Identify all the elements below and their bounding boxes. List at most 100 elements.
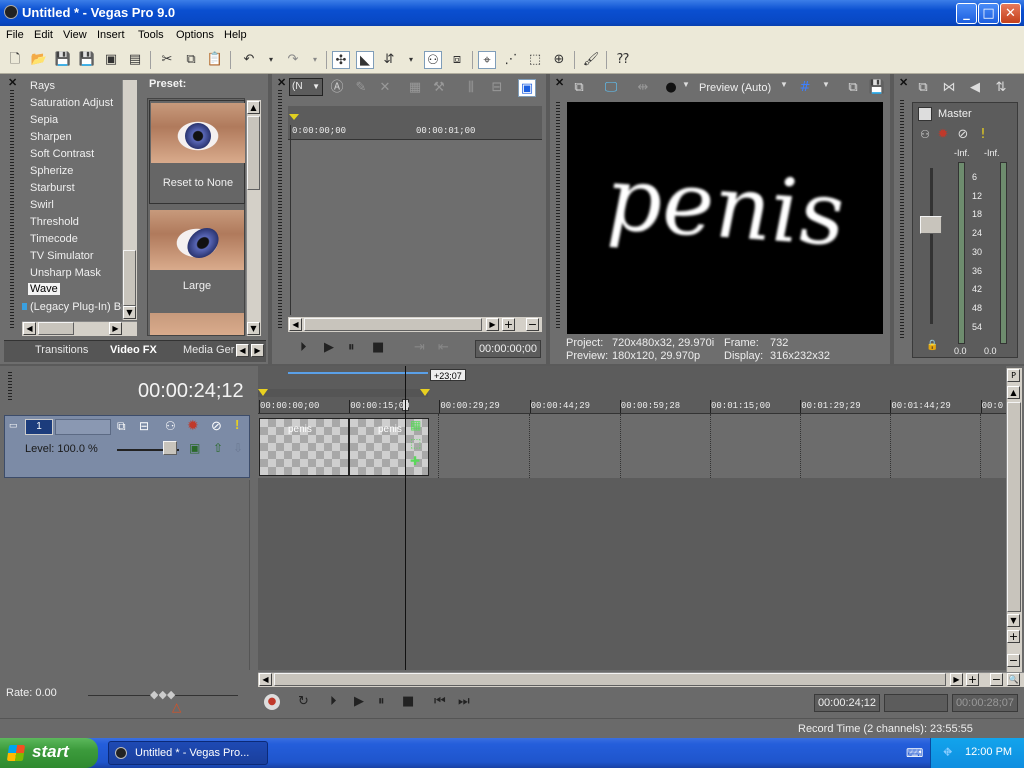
ignore-grouping-icon[interactable]: ⧈ [448,51,466,69]
tab-scroll-right-icon[interactable]: ▶ [251,344,264,357]
fx-chain-icon[interactable]: ✹ [934,126,952,144]
undo-dropdown-icon[interactable]: ▾ [262,51,280,69]
panel-grip[interactable] [10,90,14,330]
rate-marker-icon[interactable]: △ [172,700,181,714]
whats-this-help-icon[interactable]: ⁇ [614,51,632,69]
menu-options[interactable]: Options [176,29,214,41]
lock-envelopes-icon[interactable]: ⚇ [424,51,442,69]
tab-video-fx[interactable]: Video FX [110,344,157,356]
media-properties-icon[interactable]: Ⓐ [328,79,346,97]
mute-icon[interactable]: ⊘ [211,418,222,434]
fx-item[interactable]: Starburst [30,182,75,194]
clear-trimmer-icon[interactable]: ✕ [376,79,394,97]
add-to-timeline-start-icon[interactable]: ⇥ [414,340,425,356]
loop-playback-icon[interactable]: ↻ [298,694,309,710]
fx-list-hscroll-thumb[interactable] [38,322,74,335]
track-composite-icon[interactable]: ⚇ [165,419,176,433]
panel-close-icon[interactable]: ✕ [899,76,908,89]
marker-bar-toggle-icon[interactable]: P [1007,369,1020,382]
fx-item[interactable]: Threshold [30,216,79,228]
maximize-button[interactable]: □ [978,3,999,24]
panel-grip[interactable] [900,100,904,340]
preview-quality-dropdown[interactable]: Preview (Auto) [699,82,771,94]
preset-scroll-thumb[interactable] [247,116,260,190]
go-to-start-icon[interactable]: ⏮ [434,694,446,710]
play-icon[interactable]: ▶ [324,340,334,356]
fx-item[interactable]: Spherize [30,165,73,177]
trimmer-source-dropdown[interactable]: (N ▼ [289,78,323,96]
level-slider[interactable] [163,441,177,455]
scroll-up-icon[interactable]: ▲ [247,101,260,114]
zoom-out-icon[interactable]: − [990,673,1003,686]
menu-insert[interactable]: Insert [97,29,125,41]
downmix-icon[interactable]: ⋈ [940,79,958,97]
split-screen-icon[interactable]: ⇹ [634,79,652,97]
fx-item[interactable]: Timecode [30,233,78,245]
mute-icon[interactable]: ⊘ [954,126,972,144]
keyboard-icon[interactable]: ⌨ [906,746,923,760]
insert-bus-icon[interactable]: ⇅ [992,79,1010,97]
chevron-down-icon[interactable]: ▼ [822,80,830,89]
timeline-vscroll-thumb[interactable] [1007,402,1021,612]
copy-snapshot-icon[interactable]: ⧉ [844,79,862,97]
minimize-button[interactable]: _ [956,3,977,24]
trimmer-tool-icon[interactable]: ✎ [352,79,370,97]
tab-media-generators[interactable]: Media Ger [183,344,234,356]
selection-tool-icon[interactable]: ⬚ [526,51,544,69]
scroll-left-icon[interactable]: ◀ [259,673,272,686]
preview-mode-icon[interactable]: ● [662,79,680,97]
fx-item[interactable]: Sepia [30,114,58,126]
redo-icon[interactable]: ↷ [284,51,302,69]
timeline-hscroll-thumb[interactable] [274,673,946,686]
generate-media-icon[interactable]: ▣ [189,441,200,455]
stop-icon[interactable]: ■ [402,694,414,710]
pause-icon[interactable]: ⏸ [348,340,355,356]
record-icon[interactable]: ● [264,694,280,710]
save-snapshot-icon[interactable]: 💾 [868,79,886,97]
chevron-down-icon[interactable]: ▼ [682,80,690,89]
bus-fx-icon[interactable]: ⚇ [916,126,934,144]
menu-view[interactable]: View [63,29,87,41]
open-icon[interactable]: 📂 [30,51,48,69]
fx-item[interactable]: Swirl [30,199,54,211]
track-fx-icon[interactable]: ✹ [187,417,199,434]
save-as-icon[interactable]: 💾 [78,51,96,69]
loop-start-marker-icon[interactable] [258,389,268,396]
paste-icon[interactable]: 📋 [206,51,224,69]
close-button[interactable]: ✕ [1000,3,1021,24]
overwrite-icon[interactable]: ⊟ [488,79,506,97]
play-from-start-icon[interactable]: ⏵ [330,694,337,710]
panel-close-icon[interactable]: ✕ [555,76,564,89]
tab-transitions[interactable]: Transitions [35,344,88,356]
auto-crossfade-icon[interactable]: ◣ [356,51,374,69]
loop-region-bar[interactable] [288,372,428,374]
fx-list-scroll-thumb[interactable] [123,250,136,306]
menu-help[interactable]: Help [224,29,247,41]
scroll-right-icon[interactable]: ▶ [109,322,122,335]
crop-icon[interactable]: ⬚ [410,436,421,450]
selection-region[interactable] [258,389,428,397]
scroll-right-icon[interactable]: ▶ [950,673,963,686]
panel-grip[interactable] [556,102,560,330]
track-header[interactable]: ▭ 1 ⧉ ⊟ ⚇ ✹ ⊘ ! Level: 100.0 % ▣ ⇧ ⇩ [4,415,250,478]
event-fx-icon[interactable]: ✚ [410,454,420,468]
solo-icon[interactable]: ! [974,126,992,144]
clock[interactable]: 12:00 PM [965,746,1012,758]
zoom-in-icon[interactable]: + [966,673,979,686]
chevron-down-icon[interactable]: ▼ [780,80,788,89]
render-icon[interactable]: ▣ [102,51,120,69]
zoom-tool-icon[interactable]: ⊕ [550,51,568,69]
panel-grip[interactable] [278,90,282,330]
panel-grip[interactable] [8,372,12,400]
zoom-tool-icon[interactable]: 🔍 [1007,673,1020,686]
paint-brush-icon[interactable]: 🖌 [582,51,600,69]
dim-output-icon[interactable]: ◀ [966,79,984,97]
fx-item[interactable]: Saturation Adjust [30,97,113,109]
stop-icon[interactable]: ■ [372,340,384,356]
collapse-track-icon[interactable]: ⇩ [233,441,243,455]
scroll-left-icon[interactable]: ◀ [23,322,36,335]
ripple-edit-icon[interactable]: ⇵ [380,51,398,69]
add-to-timeline-icon[interactable]: ⫼ [462,79,480,97]
zoom-in-icon[interactable]: + [502,318,515,331]
snapping-icon[interactable]: ✣ [332,51,350,69]
